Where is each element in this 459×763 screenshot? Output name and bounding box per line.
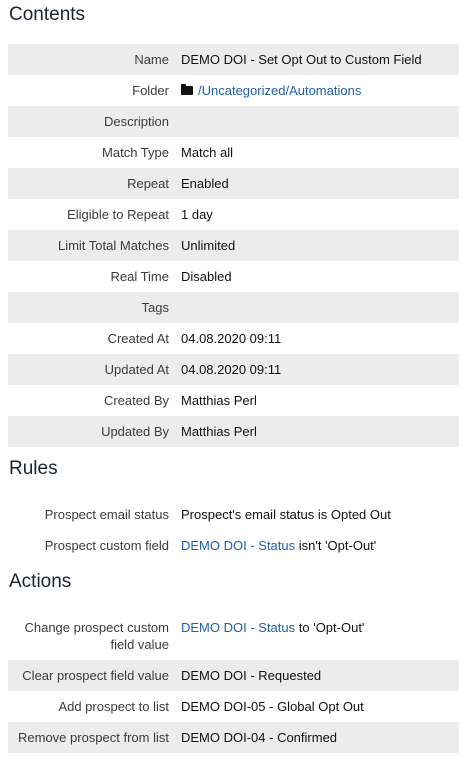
created-by-link[interactable]: Matthias Perl bbox=[181, 392, 257, 409]
row-limit-total-matches: Limit Total Matches Unlimited bbox=[8, 230, 459, 261]
name-value: DEMO DOI - Set Opt Out to Custom Field bbox=[181, 52, 422, 67]
confirmed-list-link[interactable]: DEMO DOI-04 - Confirmed bbox=[181, 729, 337, 746]
actions-heading: Actions bbox=[9, 571, 72, 592]
created-at-label: Created At bbox=[107, 331, 169, 346]
action-row: Clear prospect field value DEMO DOI - Re… bbox=[8, 660, 459, 691]
action-row: Remove prospect from list DEMO DOI-04 - … bbox=[8, 722, 459, 753]
custom-field-link[interactable]: DEMO DOI - Status bbox=[181, 538, 295, 553]
repeat-label: Repeat bbox=[127, 176, 169, 191]
action-row: Change prospect custom field value DEMO … bbox=[8, 612, 459, 660]
row-match-type: Match Type Match all bbox=[8, 137, 459, 168]
limit-total-matches-label: Limit Total Matches bbox=[57, 238, 169, 253]
global-opt-out-list-link[interactable]: DEMO DOI-05 - Global Opt Out bbox=[181, 698, 364, 715]
rule-condition-text: isn't 'Opt-Out' bbox=[295, 538, 377, 553]
created-by-label: Created By bbox=[103, 393, 169, 408]
updated-by-link[interactable]: Matthias Perl bbox=[181, 423, 257, 440]
actions-table: Change prospect custom field value DEMO … bbox=[8, 612, 459, 753]
rule-value: DEMO DOI - Status isn't 'Opt-Out' bbox=[181, 537, 376, 554]
eligible-to-repeat-label: Eligible to Repeat bbox=[67, 207, 169, 222]
rule-label: Prospect custom field bbox=[44, 538, 169, 553]
contents-table: Name DEMO DOI - Set Opt Out to Custom Fi… bbox=[8, 44, 459, 447]
custom-field-link[interactable]: DEMO DOI - Status bbox=[181, 620, 295, 635]
rule-row: Prospect custom field DEMO DOI - Status … bbox=[8, 530, 459, 561]
action-label-line: Change prospect custom bbox=[24, 620, 169, 635]
folder-value: /Uncategorized/Automations bbox=[181, 82, 361, 99]
action-label: Add prospect to list bbox=[58, 699, 169, 714]
real-time-value: Disabled bbox=[181, 269, 232, 284]
action-value-text: to 'Opt-Out' bbox=[295, 620, 365, 635]
row-created-by: Created By Matthias Perl bbox=[8, 385, 459, 416]
automation-rule-details: Contents Name DEMO DOI - Set Opt Out to … bbox=[0, 0, 459, 763]
row-updated-at: Updated At 04.08.2020 09:11 bbox=[8, 354, 459, 385]
eligible-to-repeat-value: 1 day bbox=[181, 207, 213, 222]
folder-label: Folder bbox=[132, 83, 169, 98]
real-time-label: Real Time bbox=[110, 269, 169, 284]
rule-label: Prospect email status bbox=[44, 507, 169, 522]
tags-label: Tags bbox=[141, 300, 169, 315]
row-updated-by: Updated By Matthias Perl bbox=[8, 416, 459, 447]
rules-heading: Rules bbox=[9, 458, 58, 479]
repeat-value: Enabled bbox=[181, 176, 229, 191]
updated-by-label: Updated By bbox=[101, 424, 169, 439]
row-repeat: Repeat Enabled bbox=[8, 168, 459, 199]
action-label-line: field value bbox=[110, 637, 169, 652]
row-eligible-to-repeat: Eligible to Repeat 1 day bbox=[8, 199, 459, 230]
action-row: Add prospect to list DEMO DOI-05 - Globa… bbox=[8, 691, 459, 722]
row-description: Description bbox=[8, 106, 459, 137]
row-folder: Folder /Uncategorized/Automations bbox=[8, 75, 459, 106]
rule-value: Prospect's email status is Opted Out bbox=[181, 507, 391, 522]
limit-total-matches-value: Unlimited bbox=[181, 238, 236, 253]
row-created-at: Created At 04.08.2020 09:11 bbox=[8, 323, 459, 354]
row-tags: Tags bbox=[8, 292, 459, 323]
contents-heading: Contents bbox=[9, 4, 86, 25]
requested-field-link[interactable]: DEMO DOI - Requested bbox=[181, 667, 321, 684]
folder-link[interactable]: /Uncategorized/Automations bbox=[198, 83, 361, 98]
updated-at-value: 04.08.2020 09:11 bbox=[181, 362, 282, 377]
action-value: DEMO DOI - Status to 'Opt-Out' bbox=[181, 612, 364, 636]
row-real-time: Real Time Disabled bbox=[8, 261, 459, 292]
updated-at-label: Updated At bbox=[104, 362, 169, 377]
action-label: Remove prospect from list bbox=[18, 730, 169, 745]
action-label: Clear prospect field value bbox=[22, 668, 169, 683]
name-label: Name bbox=[134, 52, 169, 67]
folder-icon bbox=[181, 84, 193, 95]
action-label: Change prospect custom field value bbox=[8, 612, 169, 653]
row-name: Name DEMO DOI - Set Opt Out to Custom Fi… bbox=[8, 44, 459, 75]
match-type-value: Match all bbox=[181, 145, 234, 160]
rule-row: Prospect email status Prospect's email s… bbox=[8, 499, 459, 530]
rules-table: Prospect email status Prospect's email s… bbox=[8, 499, 459, 561]
created-at-value: 04.08.2020 09:11 bbox=[181, 331, 282, 346]
description-label: Description bbox=[103, 114, 169, 129]
match-type-label: Match Type bbox=[102, 145, 169, 160]
